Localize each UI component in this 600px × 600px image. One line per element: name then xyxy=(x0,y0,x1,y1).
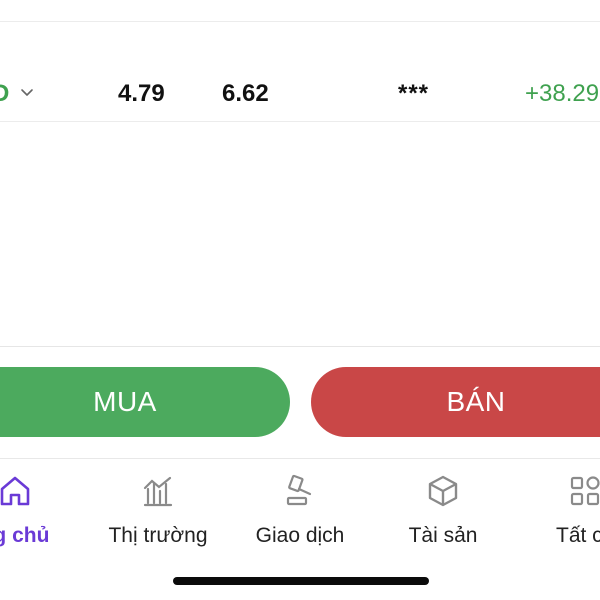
tab-label: ng chủ xyxy=(0,524,50,547)
grid-icon xyxy=(570,476,600,506)
asset-value-2: 6.62 xyxy=(222,80,269,107)
trade-actions: MUA BÁN xyxy=(0,346,600,459)
tab-assets[interactable]: Tài sản xyxy=(383,459,503,569)
sell-button[interactable]: BÁN xyxy=(311,367,600,437)
tab-trade[interactable]: Giao dịch xyxy=(240,459,360,569)
tab-market[interactable]: Thị trường xyxy=(98,459,218,569)
hidden-balance: *** xyxy=(398,80,430,107)
buy-button[interactable]: MUA xyxy=(0,367,290,437)
home-icon xyxy=(0,476,30,506)
market-chart-icon xyxy=(143,476,173,507)
gavel-icon xyxy=(286,474,312,506)
tab-home[interactable]: ng chủ xyxy=(0,459,74,569)
cube-icon xyxy=(428,475,458,507)
home-indicator[interactable] xyxy=(173,577,429,585)
app-screen: D 4.79 6.62 *** +38.29 MUA BÁN ng chủ xyxy=(0,0,600,600)
tab-label: Tất c xyxy=(556,524,600,547)
tab-label: Thị trường xyxy=(108,524,208,547)
asset-name: D xyxy=(0,80,10,107)
tab-label: Giao dịch xyxy=(255,524,345,547)
tab-label: Tài sản xyxy=(408,524,478,547)
asset-value-1: 4.79 xyxy=(118,80,165,107)
chevron-down-icon[interactable] xyxy=(20,86,34,100)
divider xyxy=(0,121,600,122)
change-percent: +38.29 xyxy=(525,80,600,107)
tab-all[interactable]: Tất c xyxy=(540,459,600,569)
asset-row[interactable]: D 4.79 6.62 *** +38.29 xyxy=(0,22,600,121)
